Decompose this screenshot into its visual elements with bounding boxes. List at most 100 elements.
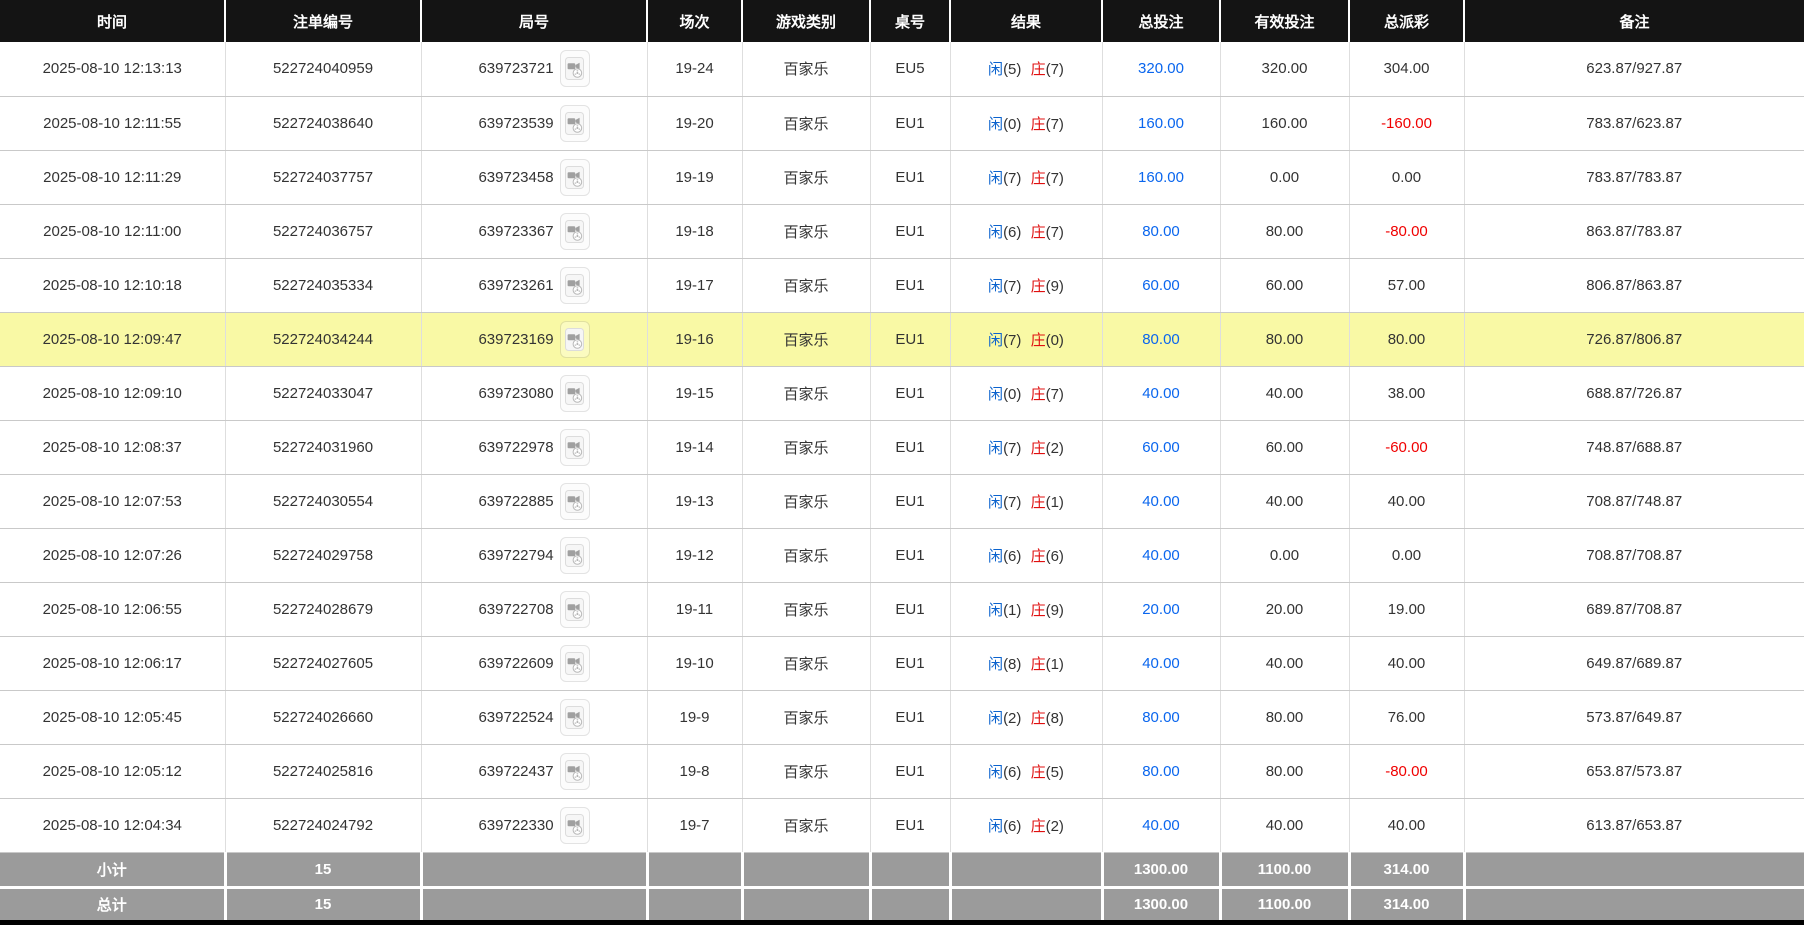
video-replay-button[interactable] — [559, 374, 590, 412]
total-payout-cell: 76.00 — [1349, 690, 1465, 745]
time-cell: 2025-08-10 12:09:47 — [0, 312, 226, 367]
video-replay-button[interactable] — [559, 50, 590, 88]
bet-id-cell: 522724025816 — [225, 744, 422, 799]
video-replay-button[interactable] — [559, 158, 590, 196]
time-cell: 2025-08-10 12:06:17 — [0, 636, 226, 691]
player-result-label: 闲 — [988, 547, 1004, 565]
table-no-cell: EU1 — [870, 690, 951, 745]
banker-points: (7) — [1045, 61, 1064, 79]
banker-points: (8) — [1045, 709, 1064, 727]
video-replay-button[interactable] — [559, 752, 590, 790]
time-cell: 2025-08-10 12:05:12 — [0, 744, 226, 799]
total-bet-link[interactable]: 80.00 — [1142, 331, 1180, 348]
table-row[interactable]: 2025-08-10 12:10:18 522724035334 6397232… — [0, 258, 1804, 313]
total-bet-link[interactable]: 60.00 — [1142, 277, 1180, 294]
result-cell: 闲(7) 庄(7) — [950, 150, 1103, 205]
total-bet-link[interactable]: 40.00 — [1142, 655, 1180, 672]
total-bet-link[interactable]: 320.00 — [1138, 60, 1184, 77]
remark-cell: 748.87/688.87 — [1464, 420, 1804, 475]
total-bet-link[interactable]: 40.00 — [1142, 547, 1180, 564]
time-cell: 2025-08-10 12:11:00 — [0, 204, 226, 259]
session-cell: 19-9 — [647, 690, 743, 745]
video-film-icon — [565, 381, 585, 405]
video-replay-button[interactable] — [559, 320, 590, 358]
col-bet-id: 注单编号 — [225, 0, 422, 42]
result-cell: 闲(0) 庄(7) — [950, 366, 1103, 421]
table-row[interactable]: 2025-08-10 12:11:55 522724038640 6397235… — [0, 96, 1804, 151]
video-replay-button[interactable] — [559, 806, 590, 844]
total-bet-cell: 160.00 — [1102, 150, 1221, 205]
total-bet-link[interactable]: 80.00 — [1142, 223, 1180, 240]
total-bet-cell: 80.00 — [1102, 690, 1221, 745]
round-number: 639722794 — [478, 546, 554, 564]
total-bet-link[interactable]: 160.00 — [1138, 169, 1184, 186]
banker-result-label: 庄 — [1030, 493, 1046, 511]
video-replay-button[interactable] — [559, 644, 590, 682]
valid-bet-cell: 40.00 — [1220, 798, 1350, 853]
result-cell: 闲(7) 庄(9) — [950, 258, 1103, 313]
total-bet-link[interactable]: 20.00 — [1142, 601, 1180, 618]
video-replay-button[interactable] — [559, 104, 590, 142]
valid-bet-cell: 40.00 — [1220, 636, 1350, 691]
total-bet-link[interactable]: 80.00 — [1142, 709, 1180, 726]
total-payout-cell: 57.00 — [1349, 258, 1465, 313]
player-result-label: 闲 — [988, 61, 1004, 79]
total-bet-link[interactable]: 40.00 — [1142, 493, 1180, 510]
video-replay-button[interactable] — [559, 536, 590, 574]
result-cell: 闲(6) 庄(7) — [950, 204, 1103, 259]
total-bet-cell: 20.00 — [1102, 582, 1221, 637]
video-replay-button[interactable] — [559, 212, 590, 250]
banker-result-label: 庄 — [1030, 709, 1046, 727]
table-row[interactable]: 2025-08-10 12:07:53 522724030554 6397228… — [0, 474, 1804, 529]
bet-records-table: 时间 注单编号 局号 场次 游戏类别 桌号 结果 总投注 有效投注 总派彩 备注… — [0, 0, 1804, 925]
video-replay-button[interactable] — [559, 428, 590, 466]
bet-id-cell: 522724027605 — [225, 636, 422, 691]
total-bet-link[interactable]: 80.00 — [1142, 763, 1180, 780]
valid-bet-cell: 80.00 — [1220, 744, 1350, 799]
game-type-cell: 百家乐 — [742, 204, 871, 259]
game-type-cell: 百家乐 — [742, 96, 871, 151]
banker-result-label: 庄 — [1030, 601, 1046, 619]
round-cell: 639722794 — [421, 528, 648, 583]
table-row[interactable]: 2025-08-10 12:05:12 522724025816 6397224… — [0, 744, 1804, 799]
round-cell: 639723080 — [421, 366, 648, 421]
table-row[interactable]: 2025-08-10 12:06:55 522724028679 6397227… — [0, 582, 1804, 637]
video-replay-button[interactable] — [559, 698, 590, 736]
table-no-cell: EU1 — [870, 96, 951, 151]
time-cell: 2025-08-10 12:11:29 — [0, 150, 226, 205]
video-replay-button[interactable] — [559, 590, 590, 628]
total-bet-link[interactable]: 60.00 — [1142, 439, 1180, 456]
table-row[interactable]: 2025-08-10 12:06:17 522724027605 6397226… — [0, 636, 1804, 691]
banker-result-label: 庄 — [1030, 61, 1046, 79]
video-replay-button[interactable] — [559, 482, 590, 520]
table-row[interactable]: 2025-08-10 12:08:37 522724031960 6397229… — [0, 420, 1804, 475]
result-cell: 闲(0) 庄(7) — [950, 96, 1103, 151]
time-cell: 2025-08-10 12:13:13 — [0, 42, 226, 97]
subtotal-spacer — [1464, 852, 1804, 887]
table-row[interactable]: 2025-08-10 12:09:47 522724034244 6397231… — [0, 312, 1804, 367]
video-replay-button[interactable] — [559, 266, 590, 304]
total-bet-link[interactable]: 40.00 — [1142, 817, 1180, 834]
total-payout-cell: 0.00 — [1349, 150, 1465, 205]
video-film-icon — [565, 651, 585, 675]
table-row[interactable]: 2025-08-10 12:09:10 522724033047 6397230… — [0, 366, 1804, 421]
total-bet-link[interactable]: 160.00 — [1138, 115, 1184, 132]
table-row[interactable]: 2025-08-10 12:11:29 522724037757 6397234… — [0, 150, 1804, 205]
banker-result-label: 庄 — [1030, 331, 1046, 349]
table-row[interactable]: 2025-08-10 12:07:26 522724029758 6397227… — [0, 528, 1804, 583]
table-row[interactable]: 2025-08-10 12:05:45 522724026660 6397225… — [0, 690, 1804, 745]
player-points: (6) — [1003, 817, 1022, 835]
time-cell: 2025-08-10 12:07:53 — [0, 474, 226, 529]
session-cell: 19-15 — [647, 366, 743, 421]
total-bet-link[interactable]: 40.00 — [1142, 385, 1180, 402]
table-row[interactable]: 2025-08-10 12:04:34 522724024792 6397223… — [0, 798, 1804, 853]
table-no-cell: EU1 — [870, 258, 951, 313]
total-payout-cell: -160.00 — [1349, 96, 1465, 151]
table-row[interactable]: 2025-08-10 12:13:13 522724040959 6397237… — [0, 42, 1804, 97]
result-cell: 闲(5) 庄(7) — [950, 42, 1103, 97]
total-bet-cell: 80.00 — [1102, 204, 1221, 259]
table-row[interactable]: 2025-08-10 12:11:00 522724036757 6397233… — [0, 204, 1804, 259]
time-cell: 2025-08-10 12:04:34 — [0, 798, 226, 853]
grand-total-row: 总计 15 1300.00 1100.00 314.00 — [0, 885, 1804, 922]
session-cell: 19-20 — [647, 96, 743, 151]
